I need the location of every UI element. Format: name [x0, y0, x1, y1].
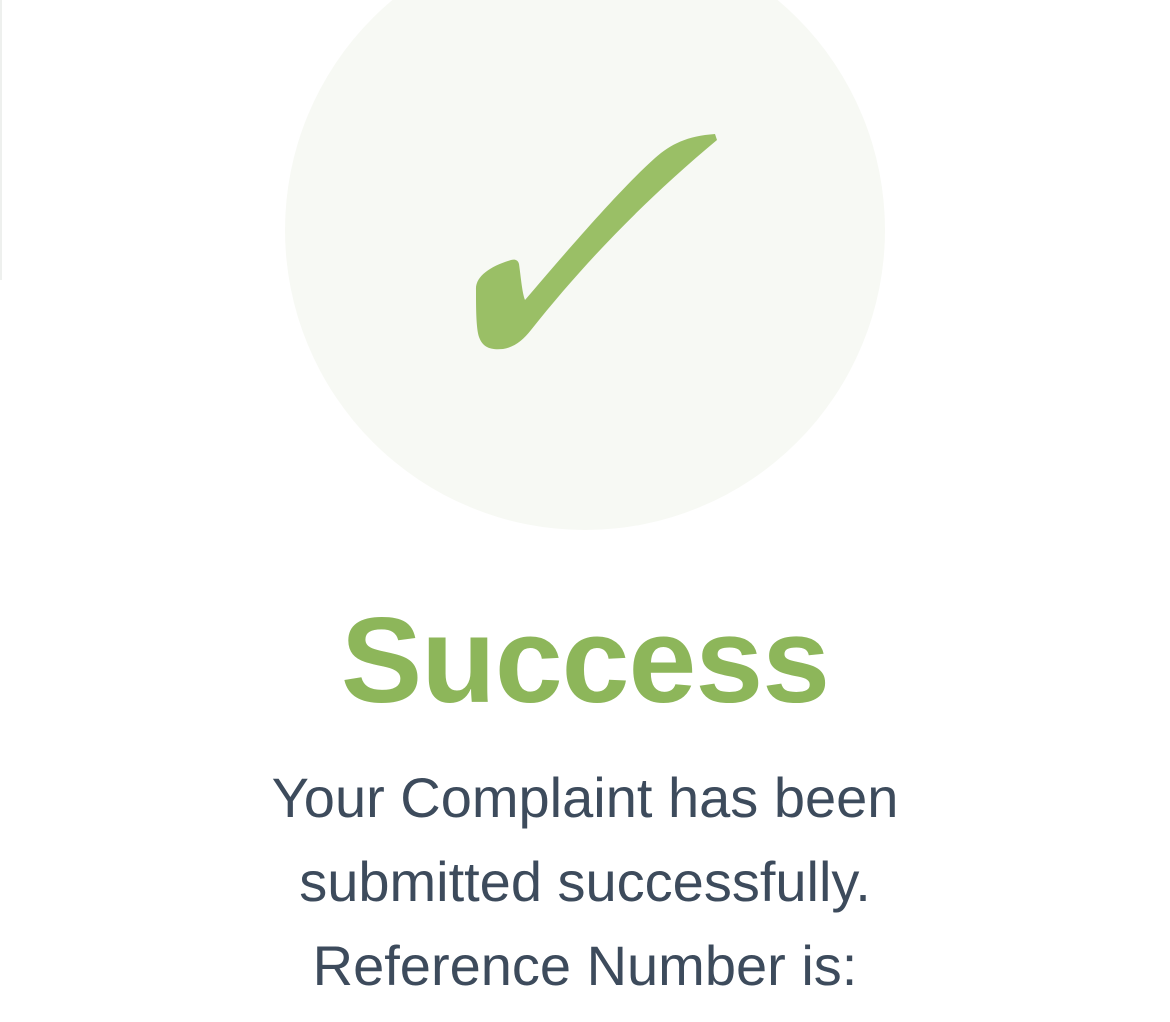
- success-title: Success: [340, 592, 830, 728]
- message-line-2: submitted successfully.: [299, 850, 871, 913]
- left-edge-divider: [0, 0, 2, 280]
- success-screen: Success Your Complaint has been submitte…: [0, 0, 1170, 1022]
- message-line-3: Reference Number is:: [312, 934, 858, 997]
- checkmark-icon: [475, 134, 717, 350]
- message-line-1: Your Complaint has been: [271, 766, 899, 829]
- confirmation-message: Your Complaint has been submitted succes…: [0, 756, 1170, 1008]
- success-circle: [285, 0, 885, 530]
